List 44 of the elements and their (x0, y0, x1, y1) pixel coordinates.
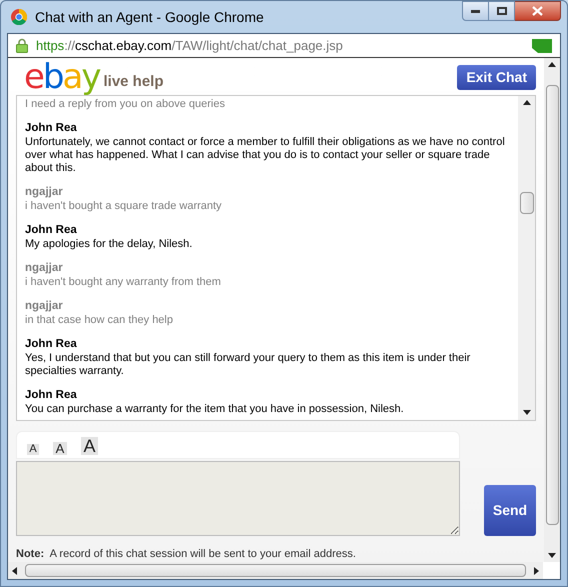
chrome-logo-icon (11, 9, 27, 25)
message-text: I need a reply from you on above queries (25, 98, 226, 112)
chat-scrollbar[interactable] (518, 96, 535, 420)
sender-name: John Rea (25, 388, 78, 404)
sender-name: ngajjar (25, 261, 64, 276)
minimize-icon (471, 10, 480, 12)
message-text: My apologies for the delay, Nilesh. (25, 238, 194, 252)
scroll-down-icon[interactable] (522, 410, 530, 416)
sender-name: John Rea (25, 337, 78, 352)
padlock-icon (16, 38, 28, 53)
send-button[interactable]: Send (484, 484, 536, 536)
window-title: Chat with an Agent - Google Chrome (35, 8, 264, 27)
close-icon (532, 6, 543, 16)
message-text: i haven't bought any warranty from them (25, 276, 222, 290)
url-text: https://cschat.ebay.com/TAW/light/chat/chat_page.jsp (36, 36, 343, 55)
scroll-left-icon[interactable] (12, 566, 17, 574)
font-size-button[interactable]: A (53, 442, 67, 454)
minimize-button[interactable] (462, 1, 489, 21)
sender-name: John Rea (25, 223, 78, 238)
exit-chat-button[interactable]: Exit Chat (457, 65, 536, 90)
scroll-down-icon[interactable] (548, 553, 556, 558)
page-scrollbar[interactable] (544, 58, 560, 562)
message-input[interactable] (16, 460, 460, 536)
font-size-button[interactable]: A (27, 444, 39, 454)
note-text: Note: A record of this chat session will be sent to your email address. (16, 546, 357, 562)
maximize-button[interactable] (489, 1, 515, 21)
message-text: i haven't bought a square trade warranty (25, 200, 223, 214)
sender-name: ngajjar (25, 299, 64, 314)
maximize-icon (496, 7, 506, 15)
sender-name: John Rea (25, 121, 78, 136)
message-text: Unfortunately, we cannot contact or force a member to fulfill their obligations as we have no control over what has happened. What I can advise that you do is to contact your seller or square trade about this. (25, 136, 506, 176)
horizontal-scrollbar[interactable] (8, 562, 543, 579)
message-text: in that case how can they help (25, 314, 174, 328)
scroll-thumb[interactable] (25, 564, 526, 577)
message-text: You can purchase a warranty for the item that you have in possession, Nilesh. (25, 403, 405, 416)
font-size-button[interactable]: A (81, 436, 98, 454)
scroll-thumb[interactable] (546, 85, 558, 525)
close-button[interactable] (515, 1, 561, 21)
scroll-thumb[interactable] (520, 192, 534, 214)
sender-name: ngajjar (25, 185, 64, 200)
scroll-right-icon[interactable] (534, 566, 539, 574)
scroll-up-icon[interactable] (548, 62, 556, 67)
message-text: Yes, I understand that but you can still forward your query to them as this item is under their specialties warranty. (25, 352, 472, 378)
scroll-up-icon[interactable] (522, 100, 530, 106)
